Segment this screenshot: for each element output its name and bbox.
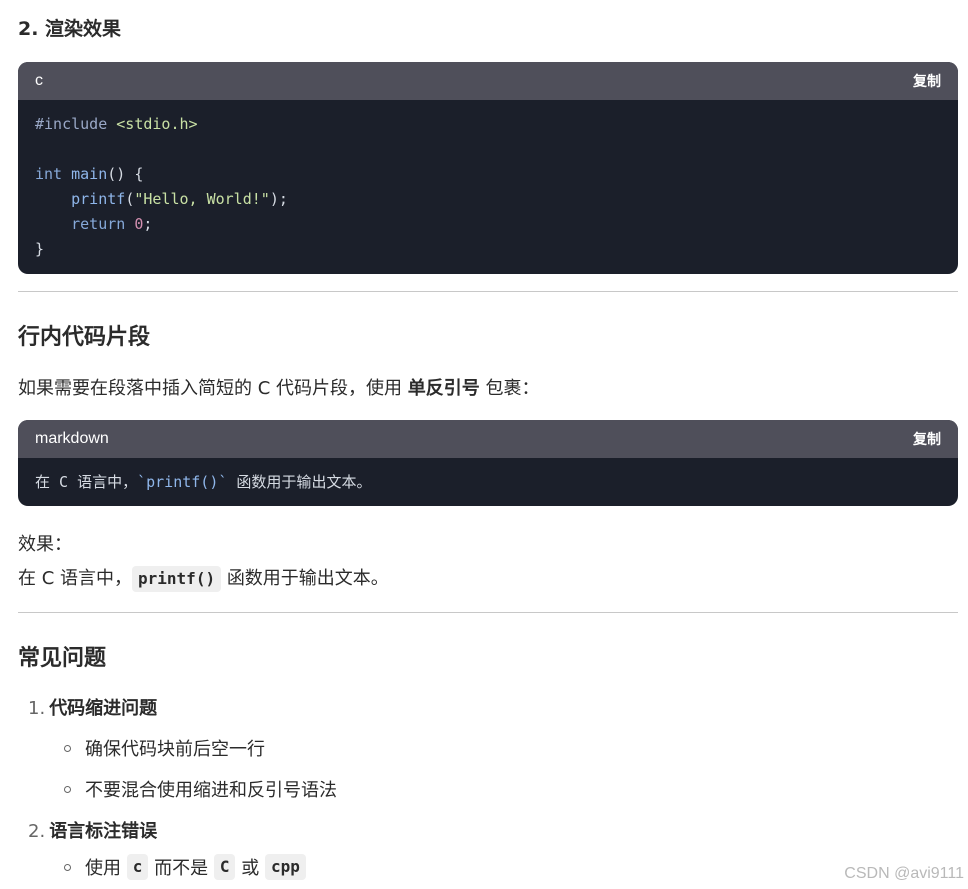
code-language-label: c — [35, 72, 43, 89]
bullet-icon — [64, 744, 71, 752]
divider — [18, 291, 958, 292]
code-content: 在 C 语言中，`printf()` 函数用于输出文本。 — [18, 458, 958, 505]
list-item-text: 使用 — [85, 858, 121, 879]
list-item-text: 或 — [241, 858, 260, 879]
list-number: 2. — [28, 821, 46, 842]
code-block-markdown: markdown 复制 在 C 语言中，`printf()` 函数用于输出文本。 — [18, 420, 958, 506]
code-token: } — [35, 240, 45, 258]
code-token: printf — [71, 190, 126, 208]
list-item: 2. 语言标注错误 — [28, 817, 157, 843]
list-number: 1. — [28, 698, 46, 719]
code-token: 函数用于输出文本。 — [227, 473, 372, 491]
paragraph-text: 包裹： — [485, 378, 540, 399]
list-item: 使用 c 而不是 C 或 cpp — [64, 854, 306, 880]
copy-button[interactable]: 复制 — [913, 71, 941, 91]
code-block-header: markdown 复制 — [18, 420, 958, 458]
list-item-text: 不要混合使用缩进和反引号语法 — [85, 780, 337, 801]
code-token: () { — [107, 165, 144, 183]
inline-code: c — [126, 854, 149, 880]
bullet-icon — [64, 785, 71, 793]
paragraph-text: 如果需要在段落中插入简短的 C 代码片段，使用 — [18, 378, 403, 399]
inline-code: printf() — [132, 566, 222, 592]
bold-text: 单反引号 — [407, 378, 480, 399]
divider — [18, 612, 958, 613]
effect-paragraph: 在 C 语言中， printf() 函数用于输出文本。 — [18, 564, 389, 592]
list-item-title: 代码缩进问题 — [49, 698, 158, 719]
paragraph-text: 在 C 语言中， — [18, 568, 133, 589]
section-title-inline-code: 行内代码片段 — [18, 325, 151, 350]
inline-code: C — [213, 854, 236, 880]
code-block-c: c 复制 #include <stdio.h> int main() { pri… — [18, 62, 958, 274]
code-token: ; — [143, 215, 153, 233]
code-token: `printf()` — [137, 473, 228, 491]
code-token: #include — [35, 115, 108, 133]
code-language-label: markdown — [35, 430, 109, 447]
list-item: 确保代码块前后空一行 — [64, 735, 265, 761]
code-token: <stdio.h> — [116, 115, 198, 133]
section-title-faq: 常见问题 — [18, 646, 107, 671]
code-token: 在 C 语言中， — [35, 473, 138, 491]
code-token: ( — [125, 190, 135, 208]
effect-label: 效果： — [18, 534, 72, 555]
code-token: ); — [269, 190, 288, 208]
list-item-text: 确保代码块前后空一行 — [85, 739, 265, 760]
bullet-icon — [64, 863, 71, 871]
list-item-text: 而不是 — [154, 858, 209, 879]
list-item: 1. 代码缩进问题 — [28, 694, 157, 720]
code-block-header: c 复制 — [18, 62, 958, 100]
watermark: CSDN @avi9111 — [844, 865, 964, 882]
code-token: main — [71, 165, 108, 183]
code-content: #include <stdio.h> int main() { printf("… — [18, 100, 958, 272]
paragraph-text: 函数用于输出文本。 — [226, 568, 389, 589]
inline-code-paragraph: 如果需要在段落中插入简短的 C 代码片段，使用 单反引号 包裹： — [18, 374, 539, 400]
copy-button[interactable]: 复制 — [913, 429, 941, 449]
inline-code: cpp — [264, 854, 306, 880]
list-item-title: 语言标注错误 — [49, 821, 158, 842]
code-token: int — [35, 165, 63, 183]
code-token: return — [71, 215, 126, 233]
section-title-render-effect: 2. 渲染效果 — [18, 18, 122, 40]
list-item: 不要混合使用缩进和反引号语法 — [64, 776, 337, 802]
code-token: "Hello, World!" — [134, 190, 270, 208]
